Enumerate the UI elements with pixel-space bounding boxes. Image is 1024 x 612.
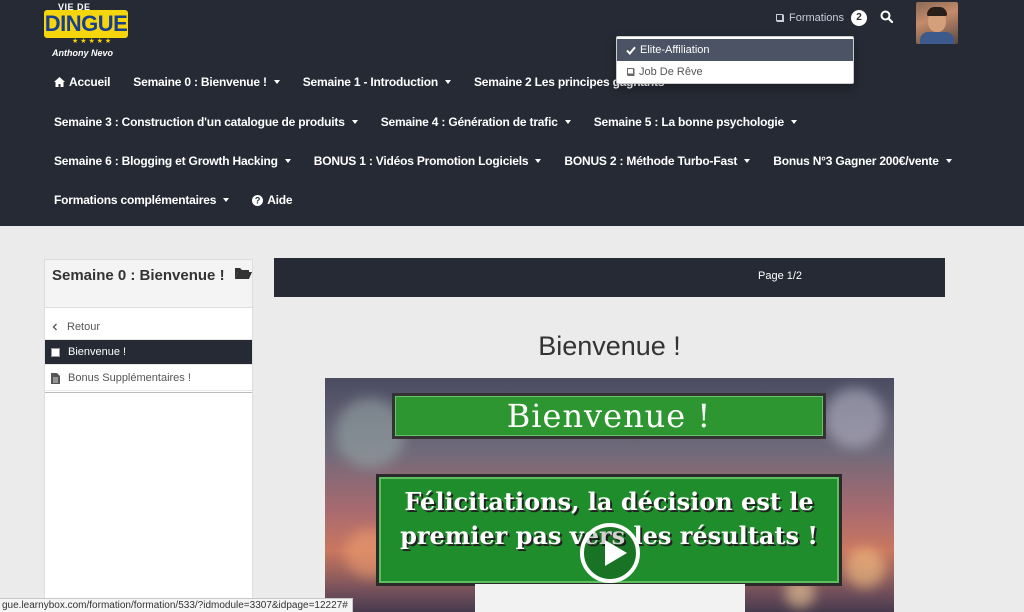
menu-item-semaine-5[interactable]: Semaine 5 : La bonne psychologie — [594, 115, 797, 129]
sidebar-item-label: Bonus Supplémentaires ! — [68, 372, 191, 384]
menu-item-label: Accueil — [69, 75, 111, 89]
sidebar-item-label: Retour — [67, 321, 101, 333]
page-pager: Page 1/2 — [274, 258, 945, 297]
caret-down-icon — [444, 80, 451, 84]
file-icon — [51, 372, 60, 384]
question-icon: ? — [252, 194, 264, 206]
menu-item-label: Semaine 5 : La bonne psychologie — [593, 115, 785, 129]
play-icon — [605, 540, 627, 566]
video-title-banner: Bienvenue ! — [392, 393, 826, 439]
check-icon — [626, 46, 636, 55]
formations-label: Formations — [789, 12, 845, 24]
bokeh-light — [845, 548, 885, 588]
search-icon[interactable] — [880, 10, 894, 24]
book-icon — [776, 14, 784, 22]
browser-status-url: gue.learnybox.com/formation/formation/53… — [0, 598, 353, 612]
sidebar-divider — [45, 392, 252, 393]
video-player[interactable]: Bienvenue ! Félicitations, la décision e… — [325, 378, 894, 612]
formations-menu-button[interactable]: Formations 2 — [775, 10, 868, 26]
menu-row-3: Semaine 6 : Blogging et Growth Hacking B… — [54, 152, 975, 170]
menu-item-label: Semaine 0 : Bienvenue ! — [133, 75, 267, 89]
avatar-shirt — [920, 32, 954, 44]
checkbox-icon — [51, 347, 60, 357]
caret-down-icon — [223, 198, 230, 202]
formations-dropdown: Elite-Affiliation Job De Rêve — [616, 36, 854, 84]
menu-item-label: Formations complémentaires — [54, 193, 217, 207]
sidebar-header: Semaine 0 : Bienvenue ! — [45, 260, 252, 308]
menu-item-aide[interactable]: ? Aide — [252, 193, 293, 207]
page-indicator: Page 1/2 — [758, 270, 803, 282]
chevron-left-icon — [52, 323, 57, 331]
avatar-hair — [927, 7, 947, 16]
module-sidebar: Semaine 0 : Bienvenue ! Retour Bienvenue… — [44, 259, 253, 612]
menu-item-label: Semaine 3 : Construction d'un catalogue … — [54, 115, 345, 129]
menu-item-label: Semaine 1 - Introduction — [302, 75, 438, 89]
menu-item-bonus-1[interactable]: BONUS 1 : Vidéos Promotion Logiciels — [314, 154, 542, 168]
home-icon — [54, 77, 65, 87]
top-navbar: VIE DE DINGUE ★ ★ ★ ★ ★ Anthony Nevo For… — [0, 0, 1024, 226]
menu-row-2: Semaine 3 : Construction d'un catalogue … — [54, 113, 820, 131]
menu-item-semaine-3[interactable]: Semaine 3 : Construction d'un catalogue … — [54, 115, 358, 129]
caret-down-icon — [273, 80, 280, 84]
caret-down-icon — [351, 120, 358, 124]
sidebar-item-bonus[interactable]: Bonus Supplémentaires ! — [45, 366, 252, 391]
caret-down-icon — [744, 159, 751, 163]
menu-item-bonus-3[interactable]: Bonus N°3 Gagner 200€/vente — [773, 154, 952, 168]
formations-count-badge: 2 — [851, 10, 868, 26]
dropdown-item-label: Job De Rêve — [639, 66, 703, 78]
video-lower-panel — [475, 584, 745, 612]
bokeh-light — [825, 388, 885, 448]
sidebar-item-label: Bienvenue ! — [68, 346, 127, 358]
menu-item-label: Bonus N°3 Gagner 200€/vente — [773, 154, 939, 168]
menu-item-label: Semaine 4 : Génération de trafic — [380, 115, 558, 129]
dropdown-item-job-de-reve[interactable]: Job De Rêve — [617, 61, 853, 83]
menu-item-semaine-0[interactable]: Semaine 0 : Bienvenue ! — [133, 75, 280, 89]
video-title-text: Bienvenue ! — [506, 397, 712, 435]
menu-item-label: Aide — [267, 193, 293, 207]
svg-text:?: ? — [255, 195, 260, 205]
menu-item-semaine-4[interactable]: Semaine 4 : Génération de trafic — [381, 115, 571, 129]
sidebar-title: Semaine 0 : Bienvenue ! — [52, 267, 225, 284]
play-button[interactable] — [580, 523, 640, 583]
sidebar-item-retour[interactable]: Retour — [45, 315, 252, 340]
menu-item-semaine-1[interactable]: Semaine 1 - Introduction — [303, 75, 451, 89]
menu-item-accueil[interactable]: Accueil — [54, 75, 110, 89]
menu-item-label: BONUS 2 : Méthode Turbo-Fast — [564, 154, 738, 168]
menu-row-1: Accueil Semaine 0 : Bienvenue ! Semaine … — [54, 73, 687, 91]
book-icon — [627, 68, 635, 76]
brand-logo[interactable]: VIE DE DINGUE ★ ★ ★ ★ ★ Anthony Nevo — [44, 2, 130, 62]
logo-stars: ★ ★ ★ ★ ★ — [72, 38, 112, 45]
caret-down-icon — [791, 120, 797, 124]
folder-open-icon[interactable] — [234, 266, 252, 280]
dropdown-item-label: Elite-Affiliation — [640, 44, 710, 56]
sidebar-item-bienvenue[interactable]: Bienvenue ! — [45, 340, 252, 365]
logo-signature: Anthony Nevo — [52, 48, 114, 58]
page-title: Bienvenue ! — [538, 331, 681, 361]
menu-item-semaine-6[interactable]: Semaine 6 : Blogging et Growth Hacking — [54, 154, 291, 168]
menu-item-label: Semaine 6 : Blogging et Growth Hacking — [54, 154, 278, 168]
caret-down-icon — [945, 159, 952, 163]
caret-down-icon — [535, 159, 542, 163]
user-avatar[interactable] — [916, 2, 958, 44]
dropdown-item-elite-affiliation[interactable]: Elite-Affiliation — [617, 39, 853, 61]
caret-down-icon — [284, 159, 291, 163]
menu-item-formations-complementaires[interactable]: Formations complémentaires — [54, 193, 230, 207]
menu-row-4: Formations complémentaires ? Aide — [54, 191, 315, 209]
menu-item-bonus-2[interactable]: BONUS 2 : Méthode Turbo-Fast — [564, 154, 751, 168]
logo-main-text: DINGUE — [44, 10, 128, 38]
menu-item-label: BONUS 1 : Vidéos Promotion Logiciels — [313, 154, 529, 168]
caret-down-icon — [564, 120, 571, 124]
